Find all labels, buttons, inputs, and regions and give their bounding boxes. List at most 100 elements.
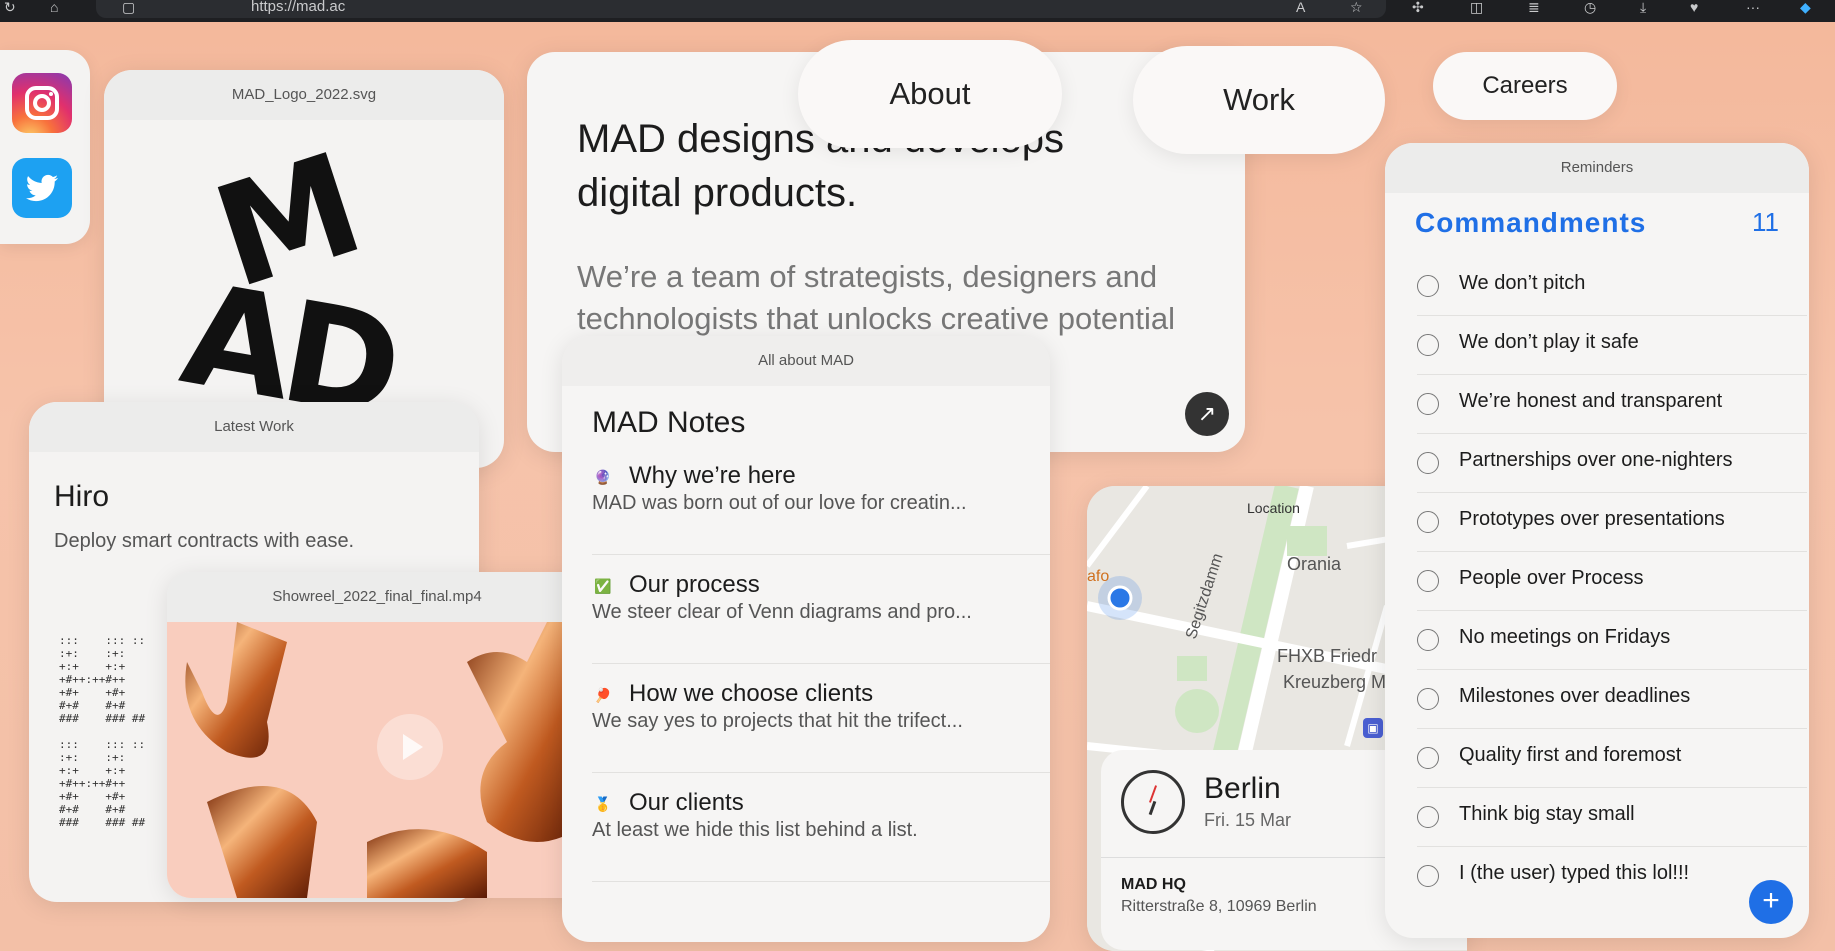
city-date: Fri. 15 Mar (1204, 810, 1292, 830)
note-item[interactable]: ✅ Our process We steer clear of Venn dia… (592, 555, 1050, 664)
reminder-item[interactable]: I (the user) typed this lol!!! (1417, 847, 1807, 905)
reminder-text: Think big stay small (1459, 803, 1635, 825)
map-place-label: Kreuzberg M (1283, 672, 1387, 692)
reminder-item[interactable]: Partnerships over one-nighters (1417, 434, 1807, 493)
transit-icon: ▣ (1363, 718, 1383, 738)
reminders-window-title: Reminders (1385, 143, 1809, 193)
downloads-icon[interactable]: ⤓ (1640, 0, 1646, 14)
video-frame-art (185, 622, 587, 898)
note-preview: At least we hide this list behind a list… (592, 819, 918, 841)
split-screen-icon[interactable]: ◫ (1470, 0, 1483, 14)
note-preview: MAD was born out of our love for creatin… (592, 492, 967, 514)
reminder-checkbox[interactable] (1417, 688, 1439, 710)
showreel-window[interactable]: Showreel_2022_final_final.mp4 (167, 572, 587, 898)
reminder-text: We don’t play it safe (1459, 331, 1639, 353)
reminder-input[interactable]: I (the user) typed this lol!!! (1459, 862, 1689, 885)
browser-toolbar: ↻ ⌂ ▢ https://mad.ac A ☆ ✣ ◫ ≣ ◷ ⤓ ♥ ···… (0, 0, 1835, 22)
hq-name: MAD HQ (1121, 876, 1186, 893)
reminder-item[interactable]: We don’t play it safe (1417, 316, 1807, 375)
medal-icon: 🥇 (594, 796, 612, 812)
address-bar[interactable]: ▢ https://mad.ac A ☆ (96, 0, 1386, 18)
favorite-star-icon[interactable]: ☆ (1350, 0, 1363, 14)
reminder-checkbox[interactable] (1417, 629, 1439, 651)
favorites-icon[interactable]: ≣ (1528, 0, 1540, 14)
reminder-item[interactable]: People over Process (1417, 552, 1807, 611)
map-place-label: afo (1087, 568, 1110, 585)
crystal-ball-icon: 🔮 (594, 469, 612, 485)
note-title: How we choose clients (629, 680, 874, 707)
project-name: Hiro (54, 480, 110, 513)
clock-icon (1121, 770, 1185, 834)
logo-window-title: MAD_Logo_2022.svg (104, 70, 504, 120)
nav-careers[interactable]: Careers (1433, 52, 1617, 120)
reminder-checkbox[interactable] (1417, 334, 1439, 356)
note-title: Our clients (629, 789, 744, 816)
reminder-checkbox[interactable] (1417, 806, 1439, 828)
showreel-video[interactable] (167, 622, 587, 898)
reminder-text: Partnerships over one-nighters (1459, 449, 1733, 471)
reminder-checkbox[interactable] (1417, 452, 1439, 474)
note-title: Why we’re here (629, 462, 796, 489)
reminder-item[interactable]: Quality first and foremost (1417, 729, 1807, 788)
reminder-item[interactable]: Prototypes over presentations (1417, 493, 1807, 552)
nav-work[interactable]: Work (1133, 46, 1385, 154)
history-icon[interactable]: ◷ (1584, 0, 1596, 14)
reminder-checkbox[interactable] (1417, 865, 1439, 887)
reminder-item[interactable]: Think big stay small (1417, 788, 1807, 847)
add-reminder-button[interactable]: + (1749, 880, 1793, 924)
note-item[interactable]: 🥇 Our clients At least we hide this list… (592, 773, 1050, 882)
play-icon (403, 734, 423, 760)
map-location-label: Location (1247, 500, 1300, 516)
reminder-checkbox[interactable] (1417, 747, 1439, 769)
reminder-text: We don’t pitch (1459, 272, 1586, 294)
reminder-item[interactable]: We don’t pitch (1417, 257, 1807, 316)
ping-pong-icon: 🏓 (594, 687, 612, 703)
reminder-item[interactable]: Milestones over deadlines (1417, 670, 1807, 729)
reminder-item[interactable]: We’re honest and transparent (1417, 375, 1807, 434)
reminder-text: Prototypes over presentations (1459, 508, 1725, 530)
reminder-text: Quality first and foremost (1459, 744, 1682, 766)
note-title: Our process (629, 571, 760, 598)
reminder-checkbox[interactable] (1417, 275, 1439, 297)
notes-window[interactable]: All about MAD MAD Notes 🔮 Why we’re here… (562, 336, 1050, 942)
copilot-icon[interactable]: ◆ (1800, 0, 1811, 14)
reminder-text: No meetings on Fridays (1459, 626, 1671, 648)
url-text: https://mad.ac (251, 0, 346, 15)
performance-icon[interactable]: ♥ (1690, 0, 1698, 14)
nav-about[interactable]: About (798, 40, 1062, 148)
open-arrow-icon[interactable]: ↗ (1185, 392, 1229, 436)
latest-work-title: Latest Work (29, 402, 479, 452)
note-item[interactable]: 🏓 How we choose clients We say yes to pr… (592, 664, 1050, 773)
home-icon[interactable]: ⌂ (50, 0, 58, 14)
refresh-icon[interactable]: ↻ (4, 0, 16, 14)
reminder-checkbox[interactable] (1417, 511, 1439, 533)
ascii-art: ::: ::: :: :+: :+: +:+ +:+ +#++:++#++ +#… (59, 634, 146, 829)
showreel-title: Showreel_2022_final_final.mp4 (167, 572, 587, 622)
note-preview: We steer clear of Venn diagrams and pro.… (592, 601, 972, 623)
twitter-icon[interactable] (12, 158, 72, 218)
city-name: Berlin (1204, 772, 1281, 805)
more-menu-icon[interactable]: ··· (1746, 0, 1760, 14)
reminders-count: 11 (1752, 207, 1779, 237)
play-button[interactable] (377, 714, 443, 780)
reminder-text: We’re honest and transparent (1459, 390, 1723, 412)
reminder-item[interactable]: No meetings on Fridays (1417, 611, 1807, 670)
notes-window-title: All about MAD (562, 336, 1050, 386)
checkmark-icon: ✅ (594, 578, 612, 594)
reminder-checkbox[interactable] (1417, 570, 1439, 592)
map-place-label: Orania (1287, 554, 1342, 574)
reminders-list-name: Commandments (1415, 207, 1647, 238)
read-aloud-icon[interactable]: A (1296, 0, 1305, 14)
hq-address: Ritterstraße 8, 10969 Berlin (1121, 898, 1317, 915)
map-place-label: FHXB Friedr (1277, 646, 1378, 666)
reminder-text: Milestones over deadlines (1459, 685, 1691, 707)
instagram-icon[interactable] (12, 73, 72, 133)
site-info-icon[interactable]: ▢ (122, 0, 135, 14)
reminders-window[interactable]: Reminders Commandments 11 We don’t pitch… (1385, 143, 1809, 938)
notes-heading: MAD Notes (592, 406, 746, 439)
project-tagline: Deploy smart contracts with ease. (54, 530, 355, 552)
extensions-icon[interactable]: ✣ (1412, 0, 1424, 14)
reminder-checkbox[interactable] (1417, 393, 1439, 415)
note-item[interactable]: 🔮 Why we’re here MAD was born out of our… (592, 446, 1050, 555)
social-links (0, 50, 90, 244)
